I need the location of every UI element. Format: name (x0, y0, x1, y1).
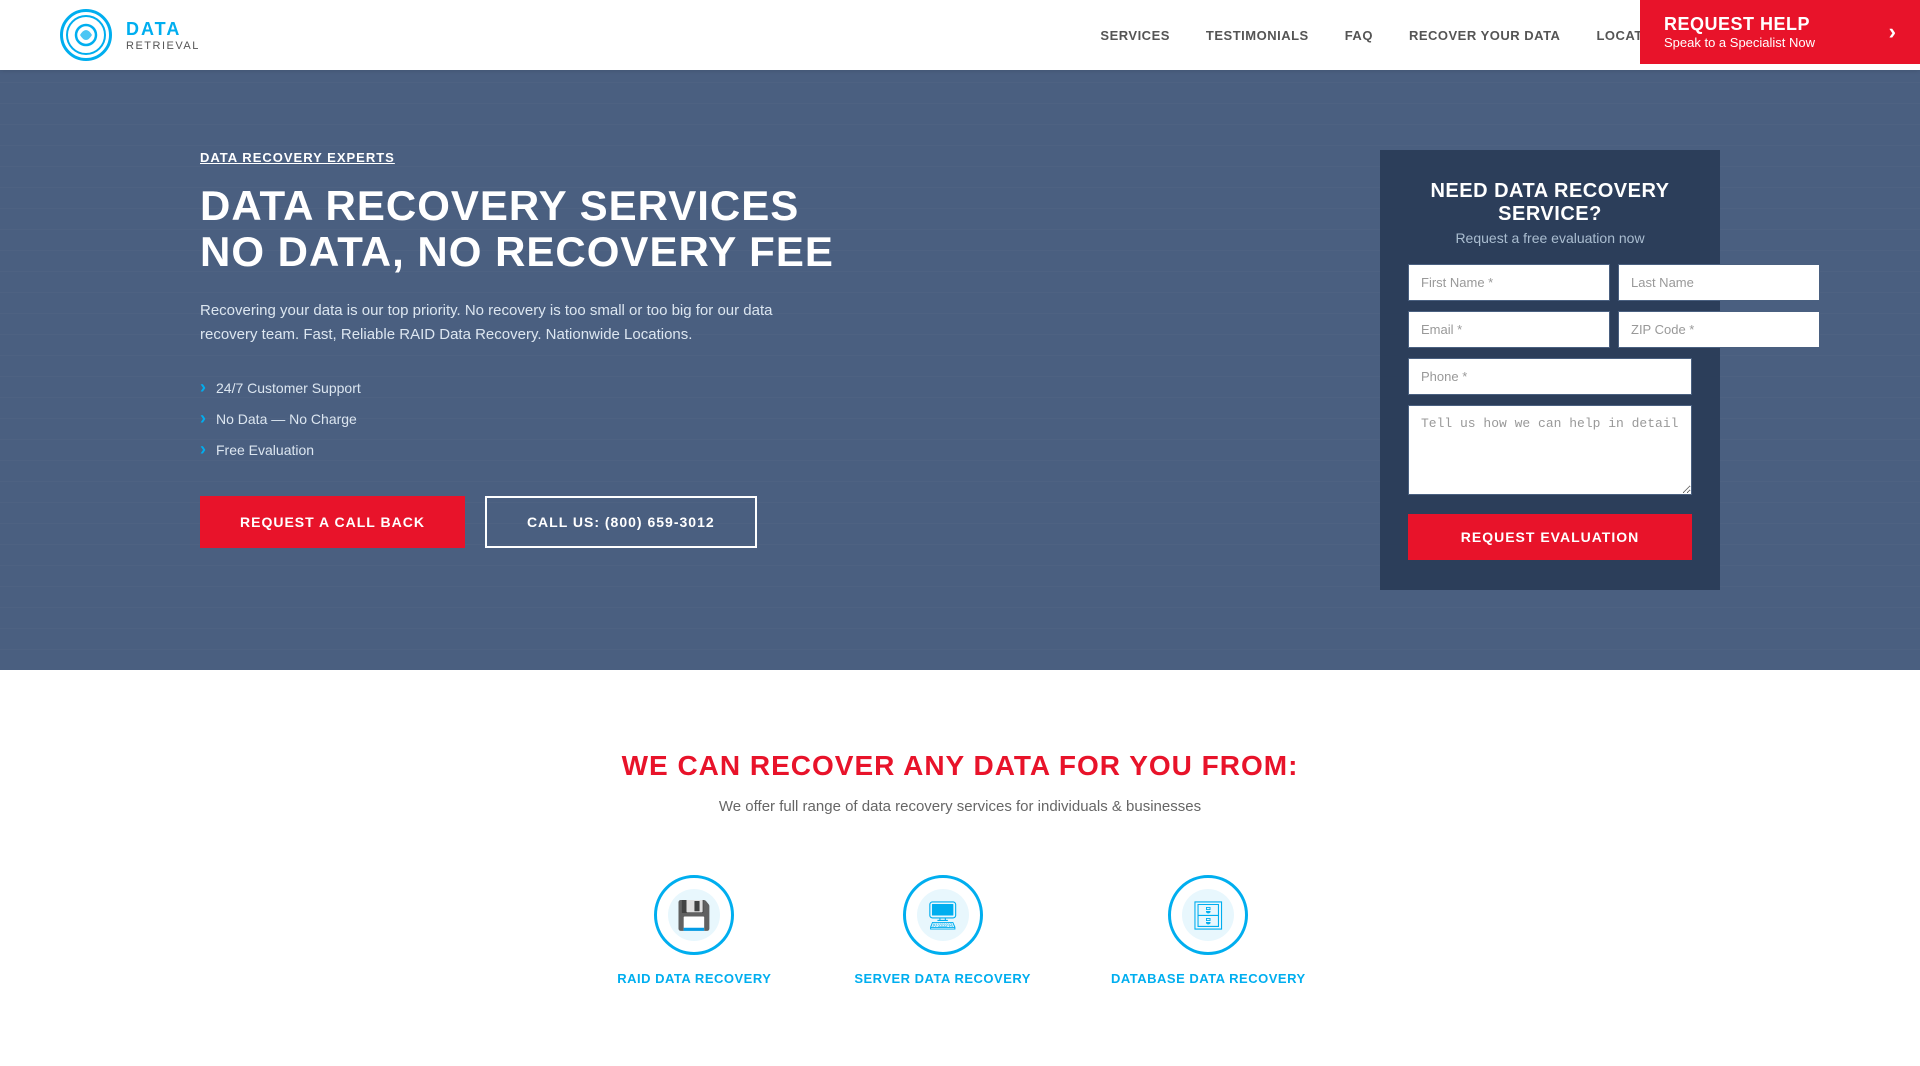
logo-icon (60, 9, 112, 61)
nav-testimonials[interactable]: TESTIMONIALS (1206, 28, 1309, 43)
hero-section: DATA RECOVERY EXPERTS DATA RECOVERY SERV… (0, 70, 1920, 670)
services-title-normal: WE CAN RECOVER ANY DATA (622, 750, 1059, 781)
service-icon-wrap-server: 🖥 (903, 875, 983, 955)
request-help-subtitle: Speak to a Specialist Now (1664, 35, 1873, 50)
hero-title-2: NO DATA, NO RECOVERY FEE (200, 229, 900, 275)
request-help-banner[interactable]: REQUEST HELP Speak to a Specialist Now › (1640, 0, 1920, 64)
recovery-form-panel: NEED DATA RECOVERY SERVICE? Request a fr… (1380, 150, 1720, 590)
form-phone-row (1408, 358, 1692, 395)
nav-recover[interactable]: RECOVER YOUR DATA (1409, 28, 1561, 43)
hero-title-1: DATA RECOVERY SERVICES (200, 183, 900, 229)
logo-text: DATA (126, 19, 200, 40)
detail-textarea[interactable] (1408, 405, 1692, 495)
server-label: SERVER DATA RECOVERY (854, 971, 1031, 986)
hero-description: Recovering your data is our top priority… (200, 299, 780, 347)
hero-features: 24/7 Customer Support No Data — No Charg… (200, 377, 900, 460)
service-icon-wrap-database: 🗄 (1168, 875, 1248, 955)
request-help-arrow-icon: › (1889, 19, 1896, 45)
feature-3: Free Evaluation (200, 439, 900, 460)
services-grid: 💾 RAID DATA RECOVERY 🖥 SERVER DATA RECOV… (200, 875, 1720, 986)
server-icon: 🖥 (925, 899, 961, 932)
database-icon: 🗄 (1191, 899, 1227, 932)
services-section: WE CAN RECOVER ANY DATA FOR YOU FROM: We… (0, 670, 1920, 1066)
service-icon-wrap-raid: 💾 (654, 875, 734, 955)
logo-subtext: RETRIEVAL (126, 40, 200, 52)
zip-input[interactable] (1618, 311, 1820, 348)
hero-content: DATA RECOVERY EXPERTS DATA RECOVERY SERV… (200, 150, 900, 548)
hero-buttons: REQUEST A CALL BACK CALL US: (800) 659-3… (200, 496, 900, 548)
phone-input[interactable] (1408, 358, 1692, 395)
header: DATA RETRIEVAL SERVICES TESTIMONIALS FAQ… (0, 0, 1920, 70)
call-button[interactable]: CALL US: (800) 659-3012 (485, 496, 757, 548)
form-title: NEED DATA RECOVERY SERVICE? (1408, 180, 1692, 226)
database-label: DATABASE DATA RECOVERY (1111, 971, 1306, 986)
feature-1: 24/7 Customer Support (200, 377, 900, 398)
last-name-input[interactable] (1618, 264, 1820, 301)
submit-button[interactable]: REQUEST EVALUATION (1408, 514, 1692, 560)
raid-label: RAID DATA RECOVERY (617, 971, 771, 986)
form-name-row (1408, 264, 1692, 301)
service-item-server[interactable]: 🖥 SERVER DATA RECOVERY (854, 875, 1031, 986)
services-description: We offer full range of data recovery ser… (200, 798, 1720, 815)
service-item-raid[interactable]: 💾 RAID DATA RECOVERY (614, 875, 774, 986)
form-subtitle: Request a free evaluation now (1408, 230, 1692, 246)
nav-faq[interactable]: FAQ (1345, 28, 1373, 43)
logo[interactable]: DATA RETRIEVAL (60, 9, 200, 61)
hero-subtitle: DATA RECOVERY EXPERTS (200, 150, 900, 165)
form-email-row (1408, 311, 1692, 348)
feature-2: No Data — No Charge (200, 408, 900, 429)
service-item-database[interactable]: 🗄 DATABASE DATA RECOVERY (1111, 875, 1306, 986)
raid-icon: 💾 (677, 899, 712, 932)
callback-button[interactable]: REQUEST A CALL BACK (200, 496, 465, 548)
services-title: WE CAN RECOVER ANY DATA FOR YOU FROM: (200, 750, 1720, 782)
first-name-input[interactable] (1408, 264, 1610, 301)
services-title-highlight: FOR YOU FROM: (1059, 750, 1299, 781)
email-input[interactable] (1408, 311, 1610, 348)
request-help-title: REQUEST HELP (1664, 14, 1873, 35)
nav-services[interactable]: SERVICES (1100, 28, 1170, 43)
